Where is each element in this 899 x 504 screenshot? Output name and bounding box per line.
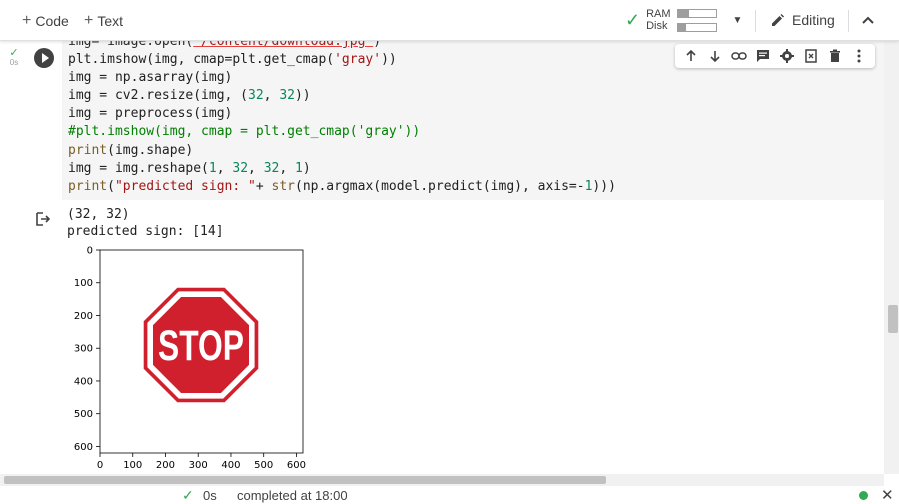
run-cell-button[interactable]	[34, 48, 54, 68]
code-line: #plt.imshow(img, cmap = plt.get_cmap('gr…	[68, 124, 421, 140]
output-line: predicted sign: [14]	[67, 223, 224, 239]
ram-bar	[676, 8, 717, 18]
status-bar: ✓ 0s completed at 18:00 ✕	[0, 486, 899, 504]
x-tick-label: 100	[123, 460, 142, 471]
check-icon: ✓	[9, 47, 19, 59]
y-tick-label: 500	[74, 409, 93, 420]
output-line: (32, 32)	[67, 207, 130, 222]
add-code-label: Code	[35, 13, 69, 29]
x-tick-label: 0	[97, 460, 103, 471]
chevron-down-icon[interactable]: ▼	[733, 15, 743, 26]
y-tick-label: 100	[74, 278, 93, 289]
x-tick-label: 600	[287, 460, 306, 471]
connected-check-icon: ✓	[625, 9, 641, 30]
vertical-scroll-thumb[interactable]	[888, 305, 898, 333]
code-line: img = img.reshape(1, 32, 32, 1)	[68, 160, 311, 176]
notebook-toolbar: + Code + Text ✓ RAM Disk ▼ Editing	[0, 0, 899, 41]
ram-label: RAM	[646, 8, 671, 20]
connection-status-icon	[859, 491, 868, 500]
execution-time: 0s	[9, 58, 19, 67]
x-tick-label: 200	[156, 460, 175, 471]
code-line: print(img.shape)	[68, 142, 194, 158]
plus-icon: +	[84, 12, 94, 29]
image-plot: 0 100 200 300 400 500 600 0 100 200 300 400 500 600 ST…	[74, 246, 306, 472]
resources-indicator[interactable]: ✓ RAM Disk ▼	[625, 8, 742, 32]
add-code-button[interactable]: + Code	[22, 12, 69, 30]
y-tick-label: 600	[74, 442, 93, 453]
toolbar-divider	[848, 10, 849, 32]
status-time: 0s	[203, 488, 217, 503]
more-icon[interactable]	[850, 47, 868, 65]
output-actions-icon[interactable]	[36, 212, 51, 231]
disk-bar	[676, 22, 717, 32]
editing-mode-button[interactable]: Editing	[770, 12, 835, 28]
y-tick-label: 200	[74, 311, 93, 322]
cell-output: (32, 32) predicted sign: [14]	[67, 207, 224, 240]
code-line: print("predicted sign: "+ str(np.argmax(…	[68, 178, 616, 194]
add-text-label: Text	[97, 13, 124, 29]
collapse-header-button[interactable]	[860, 12, 876, 33]
horizontal-scroll-thumb[interactable]	[4, 476, 606, 484]
cell-toolbar	[675, 44, 875, 68]
status-message: completed at 18:00	[237, 488, 348, 503]
arrow-up-icon[interactable]	[682, 47, 700, 65]
y-tick-label: 300	[74, 344, 93, 355]
x-tick-label: 500	[254, 460, 273, 471]
arrow-down-icon[interactable]	[706, 47, 724, 65]
settings-icon[interactable]	[778, 47, 796, 65]
link-icon[interactable]	[730, 47, 748, 65]
execution-status: ✓ 0s	[8, 47, 20, 68]
code-line: img = cv2.resize(img, (32, 32))	[68, 88, 311, 104]
stop-sign-text: STOP	[158, 322, 244, 370]
close-icon[interactable]: ✕	[881, 486, 894, 504]
comment-icon[interactable]	[754, 47, 772, 65]
y-tick-label: 400	[74, 376, 93, 387]
add-text-button[interactable]: + Text	[84, 12, 123, 30]
y-tick-label: 0	[87, 246, 93, 257]
editing-label: Editing	[792, 12, 835, 28]
plus-icon: +	[22, 12, 32, 29]
delete-icon[interactable]	[826, 47, 844, 65]
x-tick-label: 300	[189, 460, 208, 471]
x-tick-label: 400	[221, 460, 240, 471]
code-line: img = preprocess(img)	[68, 106, 233, 122]
check-icon: ✓	[182, 487, 194, 503]
toolbar-divider	[755, 10, 756, 32]
chevron-up-icon	[862, 16, 874, 24]
code-line: img = np.asarray(img)	[68, 70, 233, 86]
vertical-scrollbar[interactable]	[884, 40, 899, 474]
disk-label: Disk	[646, 20, 668, 32]
pencil-icon	[772, 14, 784, 26]
mirror-cell-icon[interactable]	[802, 47, 820, 65]
